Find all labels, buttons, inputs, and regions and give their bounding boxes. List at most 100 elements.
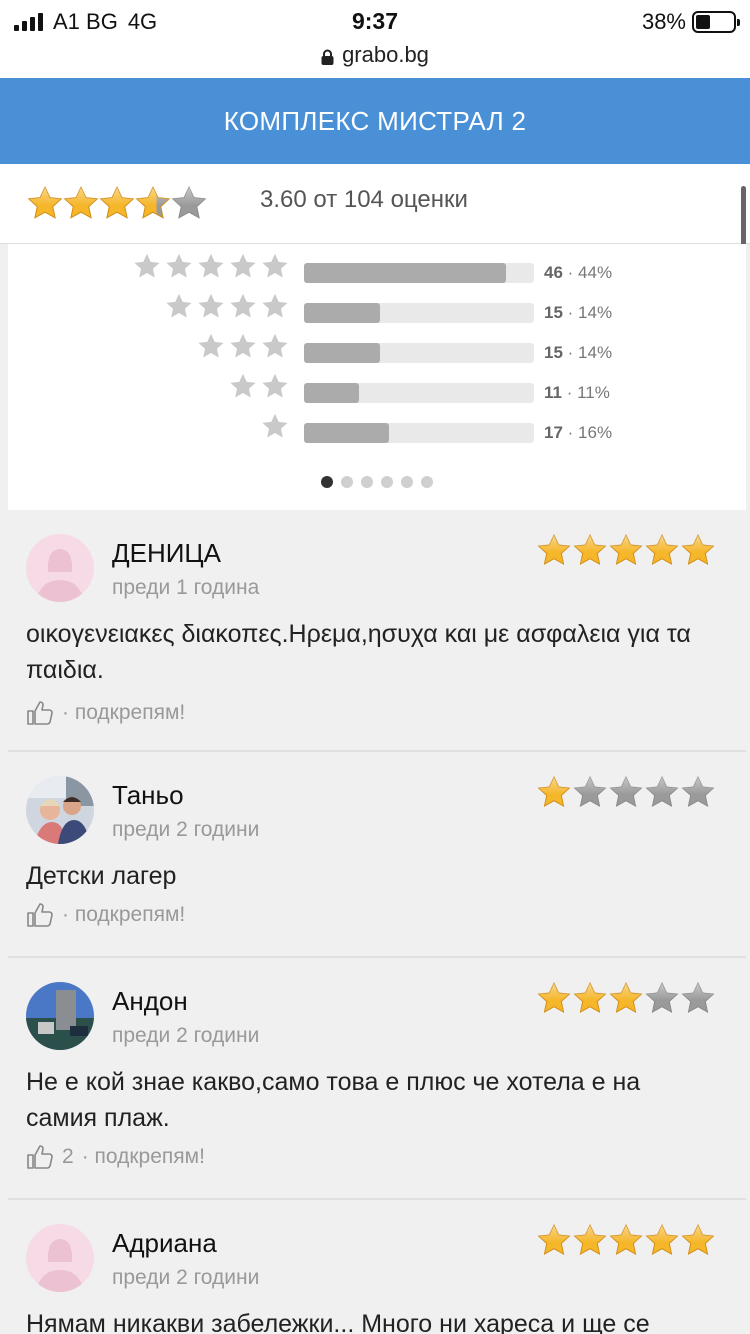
reviewer-name[interactable]: Андон <box>112 986 188 1017</box>
row-stars <box>162 292 290 320</box>
distribution-bar-fill <box>304 383 360 403</box>
review-text: Не е кой знае какво,само това е плюс че … <box>26 1068 641 1132</box>
battery-icon <box>692 11 740 33</box>
gray-star-icon <box>230 333 256 358</box>
review-date: преди 1 година <box>112 576 260 599</box>
distribution-bar-fill <box>304 263 507 283</box>
thumbs-up-icon <box>26 902 54 928</box>
support-button[interactable]: 2 · подкрепям! <box>26 1144 205 1170</box>
distribution-bar <box>304 343 534 363</box>
rating-star-icon <box>609 775 643 807</box>
review-rating-stars <box>536 1220 716 1260</box>
carousel-dot[interactable] <box>381 476 393 488</box>
percent-value: · 16% <box>562 423 613 442</box>
rating-summary: 3.60 от 104 оценки 54 <box>0 164 750 384</box>
distribution-bar <box>304 423 534 443</box>
count-value: 11 <box>544 383 562 402</box>
distribution-row-5[interactable]: 46 · 44% <box>8 250 746 283</box>
carousel-dot[interactable] <box>361 476 373 488</box>
percent-value: · 14% <box>562 303 613 322</box>
rating-star-icon <box>63 186 99 219</box>
rating-star-icon <box>681 981 715 1013</box>
count-value: 15 <box>544 303 563 322</box>
rating-star-icon <box>171 186 207 219</box>
rating-star-icon <box>99 186 135 219</box>
likes-count: 2 <box>62 1145 74 1168</box>
row-stars <box>258 412 290 440</box>
rating-star-icon <box>645 1223 679 1255</box>
percent-value: · 11% <box>561 383 610 402</box>
gray-star-icon <box>166 293 192 318</box>
rating-star-icon <box>609 981 643 1013</box>
review-card: ДЕНИЦА преди 1 година οικογενειακες διακο… <box>8 510 746 752</box>
rating-star-icon <box>573 1223 607 1255</box>
percent-value: · 44% <box>562 263 613 282</box>
status-bar: A1 BG 4G 9:37 38% grabo.bg <box>0 0 750 78</box>
percent-value: · 14% <box>562 343 613 362</box>
support-button[interactable]: · подкрепям! <box>26 902 185 928</box>
rating-distribution[interactable]: 46 · 44% 15 · 14% 15 · 14% 11 · 11% 17 · 16% <box>8 244 746 510</box>
distribution-bar <box>304 303 534 323</box>
rating-star-icon <box>681 1223 715 1255</box>
rating-star-icon <box>573 981 607 1013</box>
distribution-row-1[interactable]: 17 · 16% <box>8 410 746 443</box>
distribution-count: 11 · 11% <box>544 383 610 403</box>
carousel-dot[interactable] <box>401 476 413 488</box>
support-button[interactable]: · подкрепям! <box>26 700 185 726</box>
distribution-bar-fill <box>304 303 380 323</box>
rating-star-icon <box>537 533 571 565</box>
clock: 9:37 <box>351 8 399 34</box>
row-stars <box>130 252 290 280</box>
rating-star-icon <box>537 1223 571 1255</box>
distribution-row-2[interactable]: 11 · 11% <box>8 370 746 403</box>
distribution-count: 15 · 14% <box>544 343 612 363</box>
distribution-bar-fill <box>304 343 380 363</box>
gray-star-icon <box>198 333 224 358</box>
review-card: Адриана преди 2 години Нямам никакви забе… <box>8 1200 746 1334</box>
rating-star-icon <box>645 981 679 1013</box>
avatar[interactable] <box>26 982 94 1050</box>
gray-star-icon <box>262 373 288 398</box>
review-card: Андон преди 2 години Не е кой знае какво,… <box>8 958 746 1200</box>
carousel-dot[interactable] <box>321 476 333 488</box>
gray-star-icon <box>262 253 288 278</box>
rating-star-icon <box>135 186 171 219</box>
row-stars <box>194 332 290 360</box>
page-header: КОМПЛЕКС МИСТРАЛ 2 <box>0 78 750 164</box>
distribution-count: 17 · 16% <box>544 423 612 443</box>
address-bar[interactable]: grabo.bg <box>0 42 750 68</box>
rating-star-icon <box>681 775 715 807</box>
distribution-count: 46 · 44% <box>544 263 612 283</box>
gray-star-icon <box>262 413 288 438</box>
carousel-dot[interactable] <box>341 476 353 488</box>
rating-summary-text: 3.60 от 104 оценки <box>260 186 468 213</box>
distribution-row-4[interactable]: 15 · 14% <box>8 290 746 323</box>
review-text: Детски лагер <box>26 862 177 890</box>
carousel-dot[interactable] <box>421 476 433 488</box>
review-card: Таньо преди 2 години Детски лагер · подкре… <box>8 752 746 958</box>
support-label: · подкрепям! <box>62 701 186 724</box>
reviewer-name[interactable]: ДЕНИЦА <box>112 538 221 569</box>
rating-star-icon <box>537 775 571 807</box>
carousel-dots[interactable] <box>8 476 746 488</box>
distribution-bar-fill <box>304 423 390 443</box>
avatar[interactable] <box>26 776 94 844</box>
reviewer-name[interactable]: Таньо <box>112 780 184 811</box>
distribution-bar <box>304 383 534 403</box>
distribution-count: 15 · 14% <box>544 303 612 323</box>
support-label: · подкрепям! <box>62 903 186 926</box>
page-title: КОМПЛЕКС МИСТРАЛ 2 <box>223 105 527 136</box>
rating-star-icon <box>573 533 607 565</box>
avatar[interactable] <box>26 534 94 602</box>
review-text: οικογενειακες διακοπες.Ηρεμα,ησυχα και μ… <box>26 620 691 684</box>
gray-star-icon <box>198 253 224 278</box>
average-rating-stars <box>26 178 207 228</box>
rating-star-icon <box>27 186 63 219</box>
rating-star-icon <box>645 533 679 565</box>
rating-star-icon <box>609 533 643 565</box>
reviewer-name[interactable]: Адриана <box>112 1228 217 1259</box>
distribution-bar <box>304 263 534 283</box>
avatar[interactable] <box>26 1224 94 1292</box>
distribution-row-3[interactable]: 15 · 14% <box>8 330 746 363</box>
review-rating-stars <box>536 530 716 570</box>
